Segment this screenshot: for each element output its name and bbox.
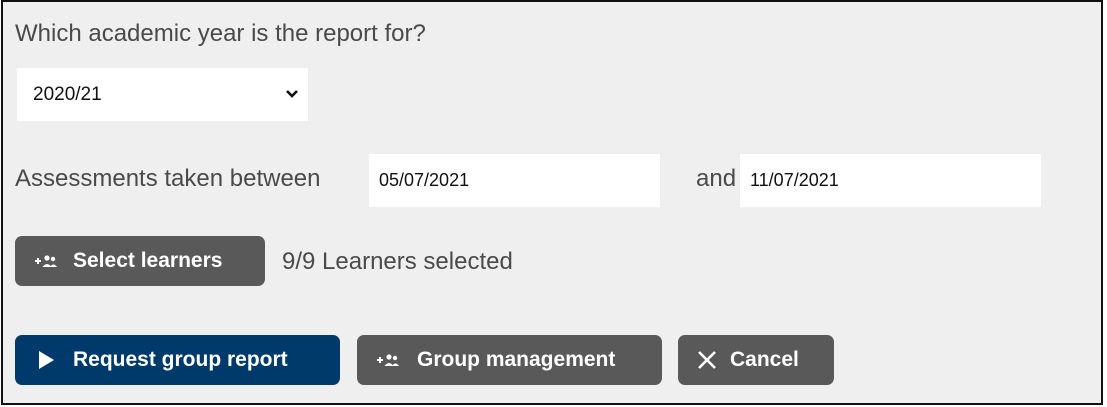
add-group-icon: [33, 252, 59, 270]
request-group-report-button[interactable]: Request group report: [15, 335, 340, 385]
add-group-icon: [375, 351, 401, 369]
close-icon: [696, 349, 718, 371]
selected-year: 2020/21: [33, 83, 102, 105]
and-label: and: [696, 165, 737, 192]
cancel-label: Cancel: [730, 348, 799, 371]
group-management-label: Group management: [417, 348, 616, 371]
play-icon: [37, 350, 55, 370]
cancel-button[interactable]: Cancel: [678, 335, 834, 385]
select-learners-button[interactable]: Select learners: [15, 236, 265, 286]
academic-year-select[interactable]: 2020/21: [17, 68, 308, 121]
start-date-value: 05/07/2021: [379, 170, 470, 190]
assessments-between-label: Assessments taken between: [15, 165, 321, 192]
start-date-input[interactable]: 05/07/2021: [369, 154, 660, 207]
learners-selected-status: 9/9 Learners selected: [282, 248, 513, 275]
academic-year-question: Which academic year is the report for?: [15, 20, 426, 47]
group-management-button[interactable]: Group management: [357, 335, 662, 385]
end-date-input[interactable]: 11/07/2021: [740, 154, 1041, 207]
report-form-panel: Which academic year is the report for? 2…: [1, 0, 1103, 405]
select-learners-label: Select learners: [73, 249, 223, 272]
request-group-report-label: Request group report: [73, 348, 288, 371]
chevron-down-icon: [286, 90, 298, 98]
end-date-value: 11/07/2021: [750, 170, 839, 190]
